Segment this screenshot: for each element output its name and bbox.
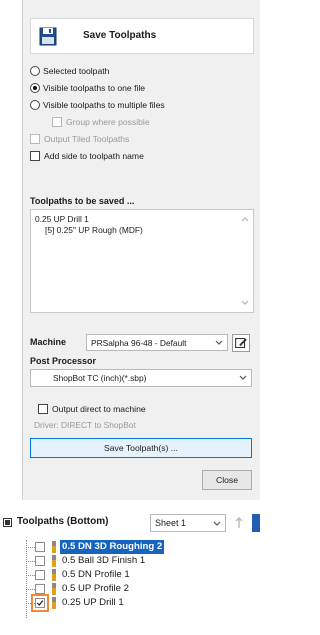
- output-direct-checkbox[interactable]: Output direct to machine: [38, 400, 146, 417]
- close-button[interactable]: Close: [202, 470, 252, 490]
- tree-item[interactable]: 0.25 UP Drill 1: [0, 594, 260, 612]
- toolpath-label: 0.25 UP Drill 1: [62, 597, 124, 608]
- post-processor-value: ShopBot TC (inch)(*.sbp): [53, 373, 147, 383]
- output-options: Selected toolpath Visible toolpaths to o…: [30, 62, 254, 164]
- toolpath-label: 0.5 Ball 3D Finish 1: [62, 555, 146, 566]
- checkbox-label: Add side to toolpath name: [44, 150, 144, 161]
- toolpaths-tree: 0.5 DN 3D Roughing 2 0.5 Ball 3D Finish …: [0, 540, 260, 635]
- add-side-checkbox[interactable]: Add side to toolpath name: [30, 147, 254, 164]
- move-up-icon[interactable]: [234, 516, 244, 530]
- tree-line: [26, 589, 35, 590]
- scroll-up-icon[interactable]: [241, 216, 249, 222]
- endmill-icon: [52, 541, 56, 553]
- output-tiled-checkbox[interactable]: Output Tiled Toolpaths: [30, 130, 254, 147]
- edit-machine-button[interactable]: [232, 334, 250, 352]
- checkbox[interactable]: [52, 116, 62, 127]
- panel-toggle-icon[interactable]: [3, 518, 12, 527]
- toolpath-label: 0.5 UP Profile 2: [62, 583, 130, 594]
- radio-label: Visible toolpaths to multiple files: [43, 99, 165, 110]
- list-item: 0.25 UP Drill 1: [35, 214, 89, 224]
- radio-visible-multiple-files[interactable]: Visible toolpaths to multiple files: [30, 96, 254, 113]
- post-processor-select[interactable]: ShopBot TC (inch)(*.sbp): [30, 369, 252, 387]
- toolpath-checkbox[interactable]: [35, 556, 45, 566]
- toolpaths-panel-title: Toolpaths (Bottom): [17, 516, 109, 527]
- toolpath-checkbox[interactable]: [35, 570, 45, 580]
- checkbox[interactable]: [30, 150, 40, 161]
- post-processor-label: Post Processor: [30, 356, 97, 366]
- radio-visible-one-file[interactable]: Visible toolpaths to one file: [30, 79, 254, 96]
- checkbox[interactable]: [30, 133, 40, 144]
- radio-button[interactable]: [30, 65, 40, 76]
- radio-selected-toolpath[interactable]: Selected toolpath: [30, 62, 254, 79]
- tree-line: [26, 561, 35, 562]
- endmill-icon: [52, 583, 56, 595]
- radio-button-selected[interactable]: [30, 82, 40, 93]
- toolpath-label: 0.5 DN 3D Roughing 2: [60, 540, 165, 554]
- chevron-down-icon: [239, 375, 247, 380]
- edit-pencil-icon: [235, 338, 247, 348]
- machine-label: Machine: [30, 337, 67, 347]
- tree-line: [26, 547, 35, 548]
- machine-select[interactable]: PRSalpha 96-48 - Default: [86, 334, 228, 351]
- save-toolpaths-panel: Save Toolpaths Selected toolpath Visible…: [22, 0, 260, 500]
- scroll-down-icon[interactable]: [241, 300, 249, 306]
- sheet-select[interactable]: Sheet 1: [150, 514, 226, 532]
- checkbox-label: Output direct to machine: [52, 403, 146, 414]
- checkbox-label: Group where possible: [66, 116, 150, 127]
- tree-line: [26, 575, 35, 576]
- sheet-value: Sheet 1: [155, 518, 187, 528]
- toolpath-checkbox-checked[interactable]: [35, 598, 45, 608]
- list-item: [5] 0.25" UP Rough (MDF): [45, 225, 143, 235]
- radio-label: Visible toolpaths to one file: [43, 82, 146, 93]
- group-where-possible-checkbox[interactable]: Group where possible: [30, 113, 254, 130]
- machine-value: PRSalpha 96-48 - Default: [91, 338, 187, 348]
- driver-text: Driver: DIRECT to ShopBot: [34, 420, 136, 430]
- dialog-title: Save Toolpaths: [83, 30, 157, 41]
- toolpaths-to-save-list[interactable]: 0.25 UP Drill 1 [5] 0.25" UP Rough (MDF): [30, 209, 254, 313]
- save-floppy-icon: [39, 27, 57, 46]
- tree-item[interactable]: 0.5 Ball 3D Finish 1: [0, 554, 260, 568]
- checkbox[interactable]: [38, 403, 48, 414]
- chevron-down-icon: [215, 340, 223, 345]
- checkmark-icon: [36, 600, 44, 606]
- toolpaths-to-save-title: Toolpaths to be saved ...: [30, 196, 135, 206]
- radio-button[interactable]: [30, 99, 40, 110]
- tree-item[interactable]: 0.5 DN 3D Roughing 2: [0, 540, 260, 554]
- endmill-icon: [52, 569, 56, 581]
- toolpath-checkbox[interactable]: [35, 542, 45, 552]
- chevron-down-icon: [213, 521, 221, 526]
- panel-border: [22, 0, 23, 500]
- toolpaths-panel-header: Toolpaths (Bottom) Sheet 1: [0, 512, 260, 534]
- endmill-icon: [52, 597, 56, 609]
- save-toolpaths-button[interactable]: Save Toolpath(s) ...: [30, 438, 252, 458]
- move-down-icon[interactable]: [252, 514, 260, 532]
- checkbox-label: Output Tiled Toolpaths: [44, 133, 130, 144]
- dialog-header: Save Toolpaths: [30, 18, 254, 54]
- toolpath-label: 0.5 DN Profile 1: [62, 569, 130, 580]
- endmill-icon: [52, 555, 56, 567]
- radio-label: Selected toolpath: [43, 65, 110, 76]
- tree-item[interactable]: 0.5 DN Profile 1: [0, 568, 260, 582]
- toolpath-checkbox[interactable]: [35, 584, 45, 594]
